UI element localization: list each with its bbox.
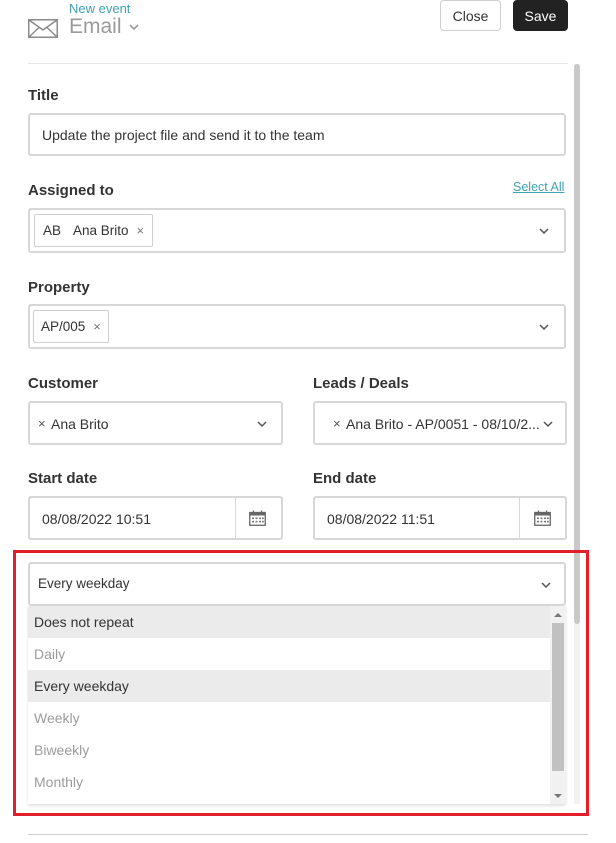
- assignee-initials: AB: [43, 223, 62, 238]
- title-value: Update the project file and send it to t…: [42, 127, 325, 143]
- end-date-input[interactable]: 08/08/2022 11:51: [313, 496, 567, 540]
- calendar-icon[interactable]: [249, 510, 266, 526]
- property-label: Property: [28, 279, 90, 296]
- chevron-down-icon: [543, 421, 553, 428]
- repeat-options-list[interactable]: Does not repeat Daily Every weekday Week…: [28, 606, 566, 804]
- assigned-to-label: Assigned to: [28, 182, 114, 199]
- chevron-down-icon: [539, 228, 549, 235]
- repeat-option-every-weekday[interactable]: Every weekday: [28, 670, 550, 702]
- property-tag: AP/005 ×: [33, 310, 109, 343]
- assigned-to-select[interactable]: AB Ana Brito ×: [28, 208, 566, 253]
- event-type-label: Email: [69, 15, 122, 38]
- repeat-selected-value: Every weekday: [38, 576, 130, 591]
- chevron-down-icon: [541, 582, 551, 589]
- clear-customer-icon[interactable]: ×: [38, 416, 46, 431]
- event-type-selector[interactable]: Email: [69, 15, 140, 39]
- page-subtitle: New event: [69, 1, 131, 16]
- select-all-link[interactable]: Select All: [513, 180, 564, 194]
- chevron-down-icon: [257, 421, 267, 428]
- envelope-icon: [28, 19, 58, 38]
- chevron-down-icon: [128, 24, 139, 31]
- end-date-separator: [519, 498, 520, 538]
- clear-lead-icon[interactable]: ×: [333, 416, 341, 431]
- title-input[interactable]: Update the project file and send it to t…: [28, 113, 566, 156]
- end-date-value: 08/08/2022 11:51: [327, 511, 435, 527]
- property-tag-label: AP/005: [41, 319, 86, 334]
- scroll-up-arrow-icon[interactable]: [554, 612, 562, 618]
- form-bottom-divider: [28, 834, 588, 835]
- page-scrollbar-thumb[interactable]: [574, 64, 580, 624]
- calendar-icon[interactable]: [534, 510, 551, 526]
- listbox-scrollbar-thumb[interactable]: [552, 623, 564, 771]
- start-date-input[interactable]: 08/08/2022 10:51: [28, 496, 283, 540]
- end-date-label: End date: [313, 470, 377, 487]
- customer-value: Ana Brito: [51, 416, 109, 432]
- chevron-down-icon: [539, 324, 549, 331]
- property-select[interactable]: AP/005 ×: [28, 304, 566, 349]
- leads-deals-select[interactable]: × Ana Brito - AP/0051 - 08/10/2...: [313, 401, 567, 445]
- repeat-select[interactable]: Every weekday: [28, 562, 566, 606]
- title-label: Title: [28, 87, 59, 104]
- start-date-value: 08/08/2022 10:51: [42, 511, 151, 527]
- repeat-option-weekly[interactable]: Weekly: [28, 702, 550, 734]
- close-button[interactable]: Close: [440, 0, 501, 31]
- header-divider: [28, 63, 568, 64]
- customer-label: Customer: [28, 375, 99, 392]
- start-date-separator: [235, 498, 236, 538]
- repeat-option-biweekly[interactable]: Biweekly: [28, 734, 550, 766]
- repeat-option-daily[interactable]: Daily: [28, 638, 550, 670]
- assignee-name: Ana Brito: [73, 223, 129, 238]
- repeat-option-does-not-repeat[interactable]: Does not repeat: [28, 606, 550, 638]
- repeat-option-monthly[interactable]: Monthly: [28, 766, 550, 798]
- leads-deals-value: Ana Brito - AP/0051 - 08/10/2...: [346, 416, 540, 432]
- save-button[interactable]: Save: [513, 0, 568, 31]
- customer-select[interactable]: × Ana Brito: [28, 401, 283, 445]
- remove-property-icon[interactable]: ×: [93, 319, 101, 334]
- assignee-tag: AB Ana Brito ×: [34, 214, 154, 247]
- start-date-label: Start date: [28, 470, 98, 487]
- leads-deals-label: Leads / Deals: [313, 375, 409, 392]
- remove-assignee-icon[interactable]: ×: [137, 223, 145, 238]
- scroll-down-arrow-icon[interactable]: [554, 793, 562, 799]
